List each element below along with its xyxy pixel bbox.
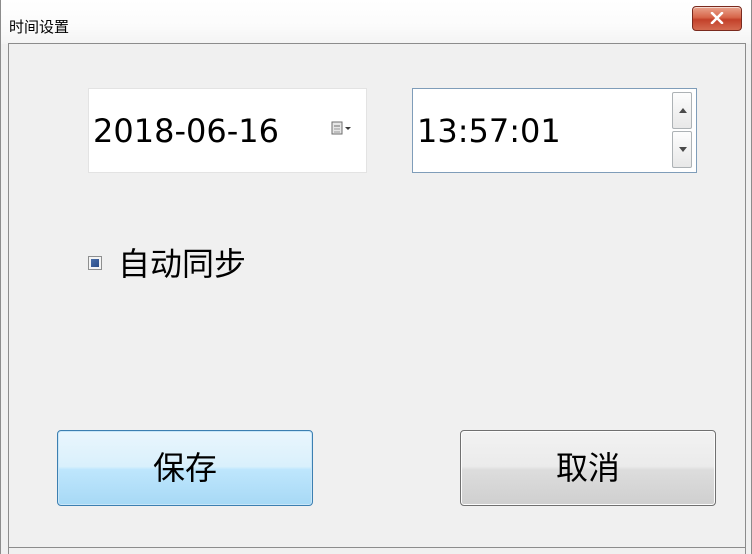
- date-value[interactable]: 2018-06-16: [93, 112, 279, 150]
- checkbox-check-mark: [91, 259, 99, 267]
- cancel-button[interactable]: 取消: [460, 430, 716, 506]
- save-button[interactable]: 保存: [57, 430, 313, 506]
- close-icon: [710, 12, 724, 24]
- client-border-bottom: [8, 547, 746, 548]
- close-button[interactable]: [692, 6, 742, 31]
- calendar-dropdown-button[interactable]: [330, 120, 354, 138]
- time-settings-dialog: 时间设置 2018-06-16 13:57:01 自动同步 保存 取消: [0, 0, 752, 554]
- time-decrement-button[interactable]: [672, 131, 692, 168]
- time-increment-button[interactable]: [672, 92, 692, 129]
- client-border-right: [745, 43, 746, 554]
- window-title: 时间设置: [9, 18, 70, 36]
- auto-sync-label[interactable]: 自动同步: [118, 244, 246, 284]
- chevron-down-icon: [679, 147, 687, 152]
- client-border-left: [8, 43, 9, 554]
- title-bar-divider: [8, 43, 746, 44]
- time-picker[interactable]: 13:57:01: [412, 88, 697, 173]
- auto-sync-checkbox[interactable]: [88, 256, 102, 270]
- time-value[interactable]: 13:57:01: [417, 112, 561, 150]
- chevron-up-icon: [679, 108, 687, 113]
- title-bar[interactable]: 时间设置: [1, 0, 751, 44]
- date-picker[interactable]: 2018-06-16: [88, 88, 367, 173]
- calendar-icon: [331, 121, 351, 135]
